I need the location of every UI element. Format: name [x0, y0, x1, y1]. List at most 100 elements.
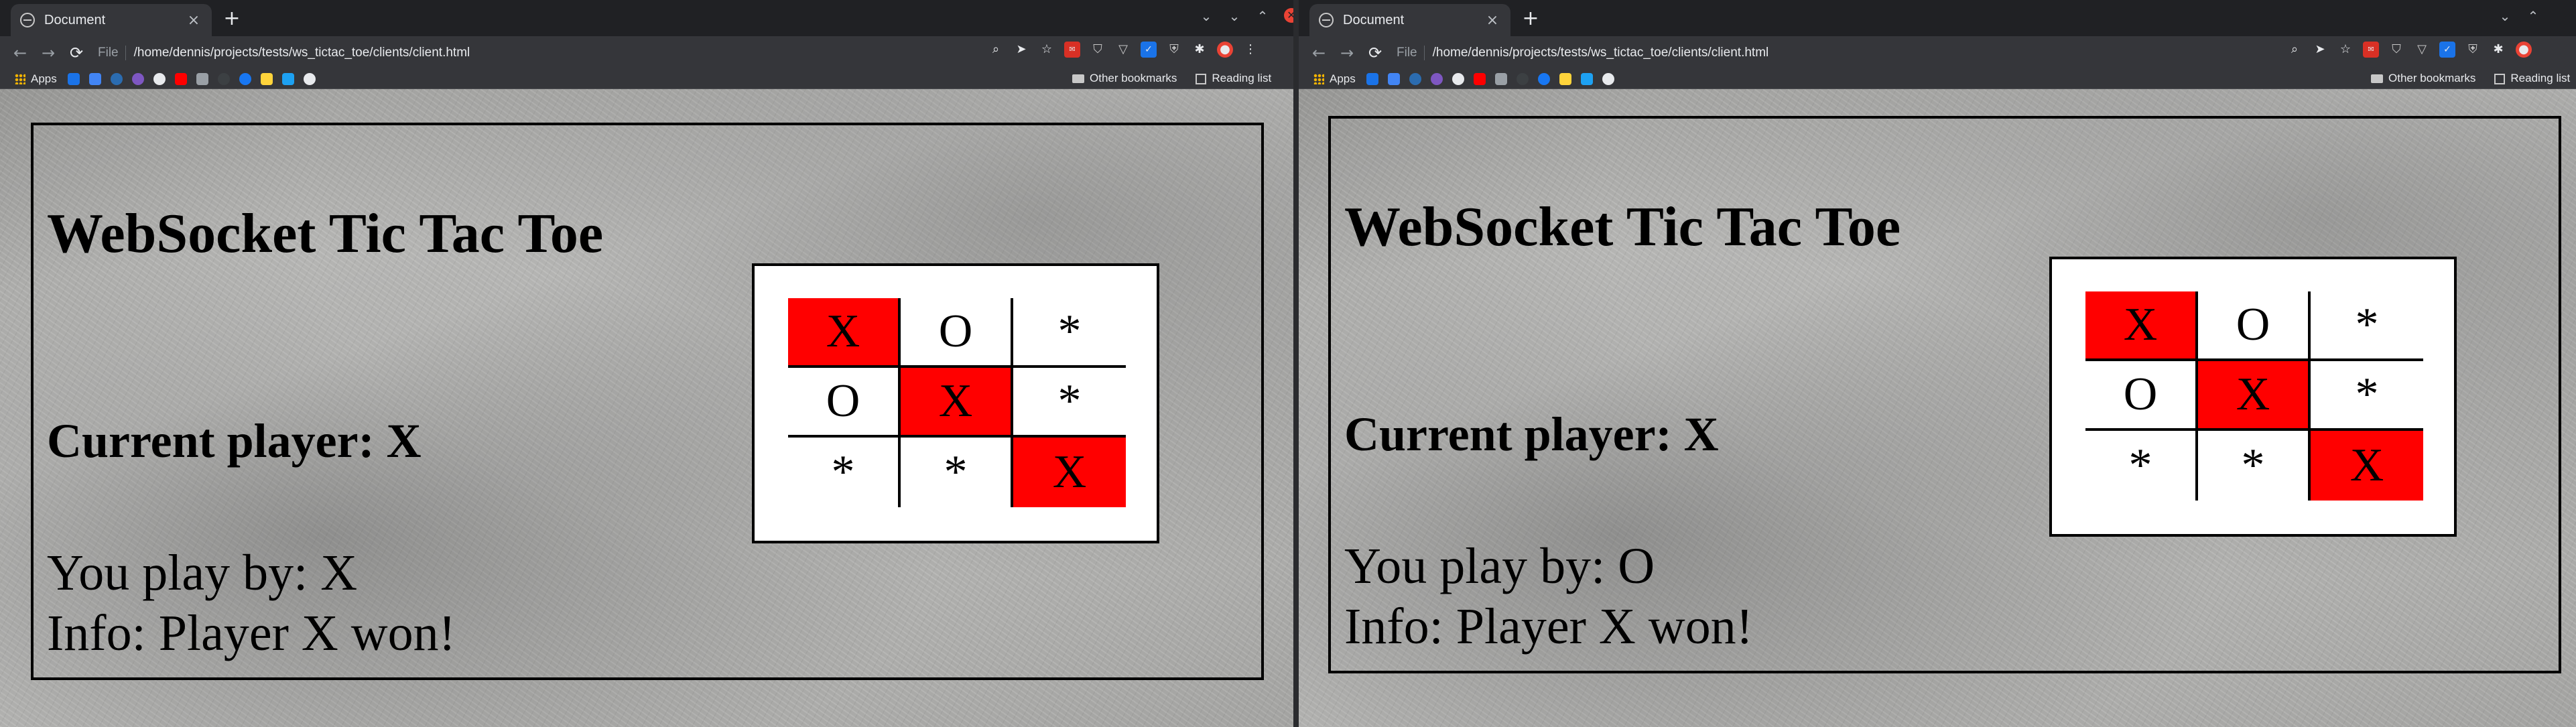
back-arrow-icon[interactable]: ← — [1307, 44, 1331, 62]
youtube-icon[interactable] — [1473, 73, 1486, 85]
board-cell[interactable]: X — [788, 298, 901, 368]
reading-list[interactable]: Reading list — [2494, 72, 2570, 85]
youtube-icon[interactable] — [174, 73, 187, 85]
back-arrow-icon[interactable]: ← — [8, 44, 32, 62]
bookmark-icon[interactable] — [1387, 73, 1400, 85]
forward-arrow-icon[interactable]: → — [36, 44, 60, 62]
python-icon[interactable] — [1559, 73, 1571, 85]
minimize-icon[interactable]: ⌄ — [1228, 8, 1241, 24]
globe-icon — [1319, 13, 1334, 27]
address-separator — [125, 46, 126, 60]
board-cell[interactable]: * — [2198, 431, 2311, 501]
bookmark-star-icon[interactable]: ☆ — [1039, 42, 1055, 58]
bookmark-star-icon[interactable]: ☆ — [2337, 42, 2354, 58]
tab-close-icon[interactable]: × — [185, 12, 202, 29]
bookmark-icon[interactable] — [303, 73, 316, 85]
reload-icon[interactable]: ⟳ — [64, 44, 88, 62]
zoom-icon[interactable]: ⌕ — [2287, 42, 2303, 58]
bookmark-icon[interactable] — [1452, 73, 1464, 85]
page-title: WebSocket Tic Tac Toe — [47, 202, 604, 265]
tic-tac-toe-board: X O * O X * * * X — [788, 298, 1126, 507]
board-cell[interactable]: * — [788, 438, 901, 507]
bookmark-icon[interactable] — [217, 73, 230, 85]
board-cell[interactable]: * — [1013, 368, 1126, 438]
board-cell[interactable]: X — [901, 368, 1013, 438]
twitter-icon[interactable] — [281, 73, 294, 85]
board-cell[interactable]: O — [901, 298, 1013, 368]
reload-icon[interactable]: ⟳ — [1363, 44, 1387, 62]
window-close-icon[interactable]: ✕ — [1284, 8, 1293, 23]
pocket-icon[interactable]: ⛉ — [1090, 42, 1106, 58]
profile-avatar-icon[interactable]: ● — [2516, 42, 2532, 58]
checkbox-extension-icon[interactable]: ✓ — [2439, 42, 2455, 58]
maximize-icon[interactable]: ⌃ — [2526, 8, 2540, 24]
you-play-by: You play by: O — [1344, 538, 1655, 594]
share-icon[interactable]: ➤ — [1013, 42, 1029, 58]
address-bar[interactable]: i File /home/dennis/projects/tests/ws_ti… — [98, 40, 470, 533]
board-cell[interactable]: X — [2198, 361, 2311, 431]
puzzle-extensions-icon[interactable]: ✱ — [2490, 42, 2506, 58]
bookmark-icon[interactable] — [110, 73, 123, 85]
address-url[interactable]: /home/dennis/projects/tests/ws_tictac_to… — [1433, 46, 1769, 60]
bookmark-icon[interactable] — [67, 73, 80, 85]
profile-avatar-icon[interactable]: ● — [1217, 42, 1233, 58]
bookmark-icon[interactable] — [153, 73, 166, 85]
tic-tac-toe-board: X O * O X * * * X — [2085, 291, 2423, 501]
bookmark-icon[interactable] — [1602, 73, 1614, 85]
maximize-icon[interactable]: ⌃ — [1256, 8, 1269, 24]
board-cell[interactable]: X — [2311, 431, 2423, 501]
twitter-icon[interactable] — [1580, 73, 1593, 85]
apps-label: Apps — [1330, 72, 1356, 85]
bookmark-icon[interactable] — [131, 73, 144, 85]
apps-label: Apps — [31, 72, 57, 85]
bookmark-icon[interactable] — [1516, 73, 1529, 85]
facebook-icon[interactable] — [1537, 73, 1550, 85]
board-cell[interactable]: X — [2085, 291, 2198, 361]
board-cell[interactable]: * — [2311, 361, 2423, 431]
pocket-icon[interactable]: ⛉ — [2388, 42, 2404, 58]
bookmark-icon[interactable] — [1409, 73, 1421, 85]
bookmark-icon[interactable] — [1494, 73, 1507, 85]
minimize-icon[interactable]: ⌄ — [2498, 8, 2512, 24]
address-url[interactable]: /home/dennis/projects/tests/ws_tictac_to… — [134, 46, 470, 60]
tab-document[interactable]: Document × — [11, 4, 212, 36]
other-bookmarks[interactable]: Other bookmarks — [2371, 72, 2475, 85]
board-cell[interactable]: X — [1013, 438, 1126, 507]
board-cell[interactable]: O — [2085, 361, 2198, 431]
bookmark-icon[interactable] — [1430, 73, 1443, 85]
new-tab-button[interactable]: + — [220, 7, 244, 31]
new-tab-button[interactable]: + — [1519, 7, 1543, 31]
vue-devtools-icon[interactable]: ▽ — [2414, 42, 2430, 58]
python-icon[interactable] — [260, 73, 273, 85]
board-cell[interactable]: * — [1013, 298, 1126, 368]
puzzle-extensions-icon[interactable]: ✱ — [1192, 42, 1208, 58]
bookmark-icon[interactable] — [196, 73, 208, 85]
gmail-extension-icon[interactable]: ✉ — [1064, 42, 1080, 58]
bookmark-icon[interactable] — [88, 73, 101, 85]
checkbox-extension-icon[interactable]: ✓ — [1141, 42, 1157, 58]
bookmark-apps[interactable]: Apps — [1313, 72, 1356, 86]
zoom-icon[interactable]: ⌕ — [988, 42, 1004, 58]
menu-kebab-icon[interactable]: ⋮ — [1242, 42, 1259, 58]
shield-extension-icon[interactable]: ⛨ — [1166, 42, 1182, 58]
address-bar[interactable]: i File /home/dennis/projects/tests/ws_ti… — [1397, 40, 1769, 533]
board-cell[interactable]: O — [788, 368, 901, 438]
other-bookmarks[interactable]: Other bookmarks — [1072, 72, 1177, 85]
tab-close-icon[interactable]: × — [1484, 12, 1501, 29]
board-cell[interactable]: O — [2198, 291, 2311, 361]
board-cell[interactable]: * — [2085, 431, 2198, 501]
window-divider — [1293, 0, 1299, 727]
forward-arrow-icon[interactable]: → — [1335, 44, 1359, 62]
facebook-icon[interactable] — [239, 73, 251, 85]
share-icon[interactable]: ➤ — [2312, 42, 2328, 58]
board-cell[interactable]: * — [2311, 291, 2423, 361]
tab-search-chevron-icon[interactable]: ⌄ — [1200, 8, 1213, 24]
reading-list[interactable]: Reading list — [1196, 72, 1271, 85]
bookmark-apps[interactable]: Apps — [15, 72, 57, 86]
tab-document[interactable]: Document × — [1309, 4, 1510, 36]
board-cell[interactable]: * — [901, 438, 1013, 507]
gmail-extension-icon[interactable]: ✉ — [2363, 42, 2379, 58]
vue-devtools-icon[interactable]: ▽ — [1115, 42, 1131, 58]
shield-extension-icon[interactable]: ⛨ — [2465, 42, 2481, 58]
bookmark-icon[interactable] — [1366, 73, 1378, 85]
